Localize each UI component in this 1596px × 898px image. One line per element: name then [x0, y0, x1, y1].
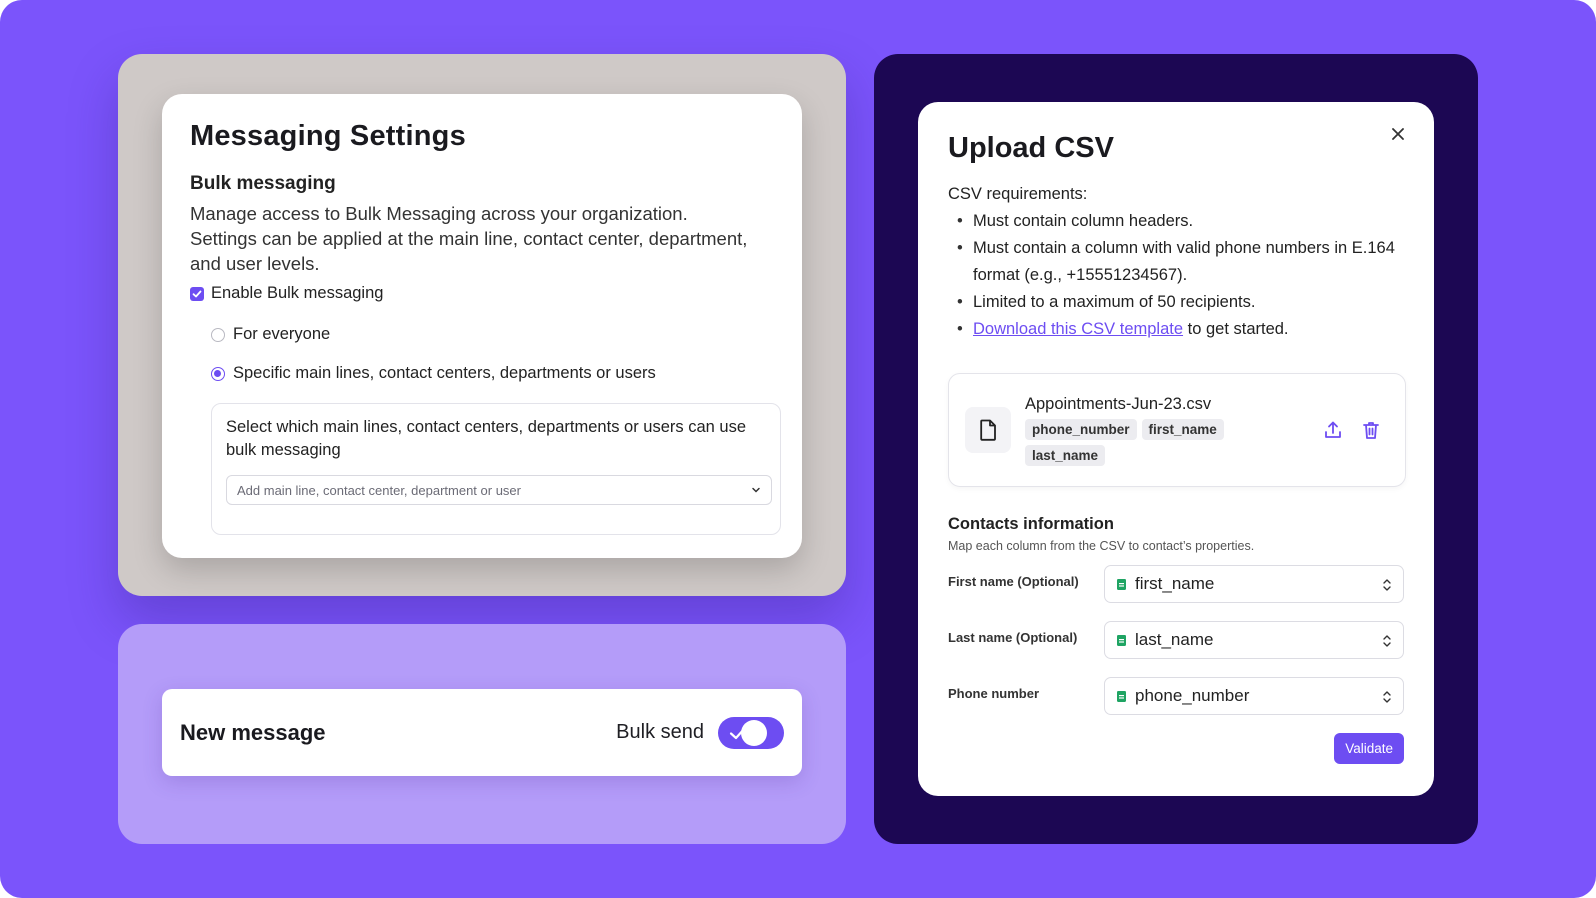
radio-for-everyone-label: For everyone — [233, 325, 331, 343]
requirements-list: Must contain column headers. Must contai… — [948, 208, 1404, 343]
close-icon[interactable] — [1390, 126, 1406, 142]
file-info: Appointments-Jun-23.csv phone_number fir… — [1025, 395, 1323, 466]
bulk-messaging-description: Manage access to Bulk Messaging across y… — [190, 203, 748, 274]
requirement-item-download: Download this CSV template to get starte… — [948, 316, 1404, 343]
specific-selection-box: Select which main lines, contact centers… — [211, 403, 781, 535]
radio-unselected-icon[interactable] — [211, 327, 225, 342]
mapping-value: last_name — [1135, 630, 1214, 649]
new-message-card: New message Bulk send — [162, 689, 802, 776]
radio-selected-icon[interactable] — [211, 366, 225, 381]
column-tag: phone_number — [1025, 418, 1137, 440]
contacts-info-title: Contacts information — [948, 515, 1114, 533]
mapping-label: First name (Optional) — [948, 574, 1079, 589]
upload-icon[interactable] — [1323, 420, 1343, 440]
upload-title: Upload CSV — [948, 132, 1114, 164]
bulk-messaging-heading: Bulk messaging — [190, 173, 336, 194]
upload-csv-dialog: Upload CSV CSV requirements: Must contai… — [918, 102, 1434, 796]
bulk-send-toggle[interactable] — [718, 716, 784, 749]
mapping-value: first_name — [1135, 574, 1215, 593]
enable-bulk-messaging-label: Enable Bulk messaging — [211, 284, 384, 302]
radio-specific-label: Specific main lines, contact centers, de… — [233, 364, 656, 382]
mapping-select-last-name[interactable]: last_name — [1104, 621, 1404, 659]
uploaded-file-card: Appointments-Jun-23.csv phone_number fir… — [948, 373, 1406, 487]
requirement-item: Must contain column headers. — [948, 208, 1404, 235]
chevron-down-icon — [752, 487, 760, 493]
mapping-row-phone-number: Phone number phone_number — [948, 677, 1404, 715]
settings-title: Messaging Settings — [190, 120, 466, 152]
messaging-settings-card: Messaging Settings Bulk messaging Manage… — [162, 94, 802, 558]
mapping-label: Phone number — [948, 686, 1040, 701]
sheet-icon — [1117, 634, 1126, 646]
mapping-row-last-name: Last name (Optional) last_name — [948, 621, 1404, 659]
file-icon — [965, 407, 1011, 453]
chevron-up-down-icon — [1383, 691, 1391, 703]
toggle-knob — [741, 719, 767, 746]
validate-button[interactable]: Validate — [1334, 733, 1404, 764]
mapping-row-first-name: First name (Optional) first_name — [948, 565, 1404, 603]
mapping-value: phone_number — [1135, 686, 1250, 705]
mapping-select-first-name[interactable]: first_name — [1104, 565, 1404, 603]
requirement-item: Must contain a column with valid phone n… — [948, 235, 1404, 289]
column-tag: first_name — [1141, 418, 1224, 440]
requirement-item: Limited to a maximum of 50 recipients. — [948, 289, 1404, 316]
file-name: Appointments-Jun-23.csv — [1025, 394, 1212, 413]
dropdown-placeholder: Add main line, contact center, departmen… — [237, 482, 521, 498]
sheet-icon — [1117, 690, 1126, 702]
column-tag: last_name — [1025, 444, 1106, 466]
radio-for-everyone[interactable]: For everyone — [211, 325, 774, 344]
chevron-up-down-icon — [1383, 635, 1391, 647]
column-tags: phone_number first_name last_name — [1025, 418, 1255, 466]
enable-bulk-messaging-checkbox[interactable]: Enable Bulk messaging — [190, 284, 774, 303]
requirements-title: CSV requirements: — [948, 185, 1088, 203]
mapping-label: Last name (Optional) — [948, 630, 1078, 645]
sheet-icon — [1117, 578, 1126, 590]
contacts-info-subtitle: Map each column from the CSV to contact’… — [948, 539, 1255, 553]
bulk-send-label: Bulk send — [616, 721, 704, 743]
canvas-background: Messaging Settings Bulk messaging Manage… — [0, 0, 1596, 898]
file-actions — [1323, 420, 1381, 440]
checkbox-checked-icon[interactable] — [190, 286, 204, 301]
select-prompt: Select which main lines, contact centers… — [226, 418, 746, 459]
download-template-link[interactable]: Download this CSV template — [973, 320, 1183, 338]
add-entity-dropdown[interactable]: Add main line, contact center, departmen… — [226, 475, 772, 505]
new-message-title: New message — [180, 719, 326, 745]
mapping-select-phone-number[interactable]: phone_number — [1104, 677, 1404, 715]
radio-specific[interactable]: Specific main lines, contact centers, de… — [211, 364, 774, 383]
download-suffix: to get started. — [1183, 320, 1289, 338]
trash-icon[interactable] — [1361, 420, 1381, 440]
chevron-up-down-icon — [1383, 579, 1391, 591]
bulk-send-control: Bulk send — [616, 716, 784, 749]
